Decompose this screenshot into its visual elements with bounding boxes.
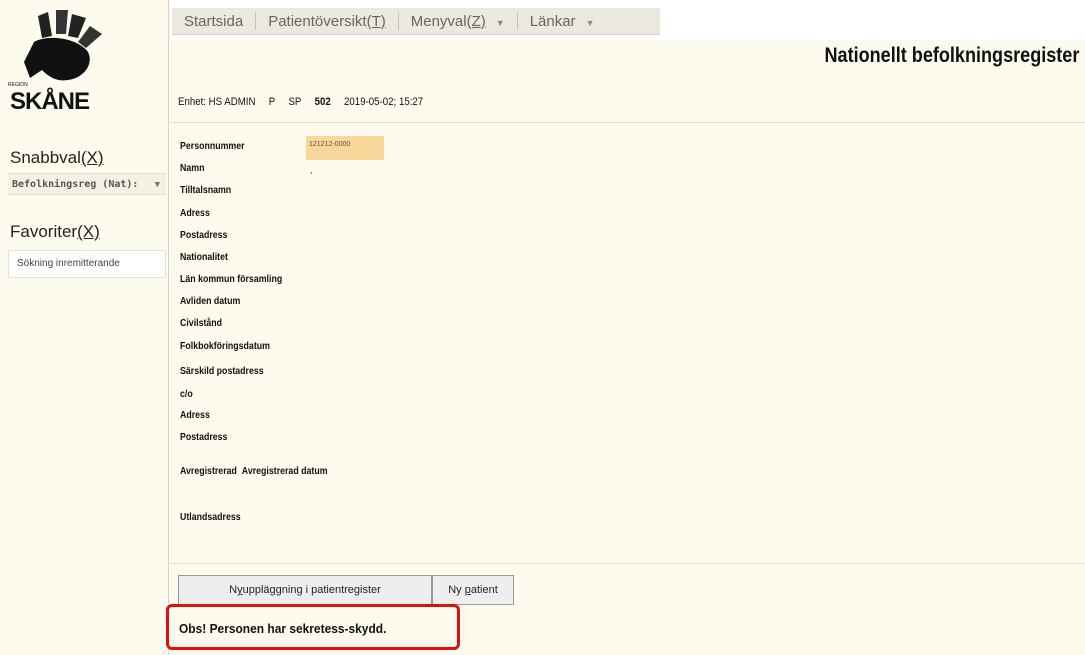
field-label-civilstand: Civilstånd [180, 318, 223, 329]
nav-menyval-label: Menyval [410, 12, 467, 30]
avregistrerad-label: Avregistrerad [180, 466, 237, 477]
p-label: P [268, 96, 276, 108]
nav-patientoversikt-key: (T) [366, 12, 386, 30]
nyupplaggning-button[interactable]: Nyuppläggning i patientregister [178, 575, 432, 605]
snabbval-select[interactable]: Befolkningsreg (Nat): ▼ [8, 173, 166, 195]
snabbval-select-value: Befolkningsreg (Nat): [12, 179, 139, 190]
ny-patient-post: atient [470, 584, 498, 596]
field-label-adress-2: Adress [180, 410, 210, 421]
field-label-postadress: Postadress [180, 230, 228, 241]
favoriter-label: Favoriter [10, 222, 78, 241]
field-label-avliden: Avliden datum [180, 296, 241, 307]
field-label-nationalitet: Nationalitet [180, 252, 228, 263]
field-label-personnummer: Personnummer [180, 141, 245, 152]
field-label-folkbokforing: Folkbokföringsdatum [180, 341, 270, 352]
ny-patient-button[interactable]: Ny patient [432, 575, 514, 605]
avregistrerad-datum-label: Avregistrerad datum [241, 466, 328, 477]
field-label-sarskild: Särskild postadress [180, 366, 264, 377]
nav-menyval[interactable]: Menyval(Z) ▼ [399, 13, 517, 30]
sp-number: 502 [314, 96, 331, 108]
field-label-postadress-2: Postadress [180, 432, 228, 443]
nyupplaggning-post: uppläggning i patientregister [242, 584, 381, 596]
divider [170, 122, 1085, 123]
chevron-down-icon: ▼ [154, 180, 160, 190]
favoriter-heading: Favoriter(X) [10, 222, 100, 242]
field-label-utlandsadress: Utlandsadress [180, 512, 241, 523]
sekretess-notice-text: Obs! Personen har sekretess-skydd. [179, 621, 387, 636]
snabbval-label: Snabbval [10, 148, 81, 167]
favorite-item-sokning[interactable]: Sökning inremitterande [8, 250, 166, 278]
top-nav: Startsida Patientöversikt(T) Menyval(Z) ▼… [172, 8, 660, 35]
datetime: 2019-05-02; 15:27 [344, 96, 424, 108]
nav-lankar[interactable]: Länkar ▼ [518, 13, 607, 30]
snabbval-heading: Snabbval(X) [10, 148, 104, 168]
field-label-lan-kommun: Län kommun församling [180, 274, 283, 285]
nav-patientoversikt-label: Patientöversikt [268, 12, 367, 30]
chevron-down-icon: ▼ [585, 17, 595, 28]
sidebar: REGION SKÅNE Snabbval(X) Befolkningsreg … [0, 0, 169, 655]
nav-patientoversikt[interactable]: Patientöversikt(T) [256, 13, 398, 30]
snabbval-key: (X) [80, 148, 104, 167]
chevron-down-icon: ▼ [495, 17, 505, 28]
session-info: Enhet: HS ADMIN P SP 502 2019-05-02; 15:… [178, 96, 434, 108]
field-label-co: c/o [180, 389, 193, 400]
favoriter-key: (X) [77, 222, 100, 241]
enhet-label: Enhet: HS ADMIN [178, 96, 256, 108]
page-title: Nationellt befolkningsregister [824, 44, 1079, 67]
nav-menyval-key: (Z) [466, 12, 486, 30]
logo-skane-text: SKÅNE [10, 88, 90, 115]
nyupplaggning-pre: N [229, 584, 238, 596]
field-label-adress: Adress [180, 208, 210, 219]
sp-info: SP 502 [288, 96, 330, 108]
ny-patient-pre: Ny [448, 584, 465, 596]
sp-label: SP [288, 96, 302, 108]
namn-value: , [310, 165, 313, 175]
sekretess-notice: Obs! Personen har sekretess-skydd. [166, 604, 460, 650]
field-label-avregistrerad: Avregistrerad Avregistrerad datum [180, 466, 328, 477]
field-label-namn: Namn [180, 163, 205, 174]
nav-startsida[interactable]: Startsida [172, 13, 255, 30]
personnummer-value: 121212-0000 [306, 136, 384, 160]
nav-lankar-label: Länkar [529, 12, 576, 30]
divider [170, 563, 1085, 564]
field-label-tilltalsnamn: Tilltalsnamn [180, 185, 232, 196]
